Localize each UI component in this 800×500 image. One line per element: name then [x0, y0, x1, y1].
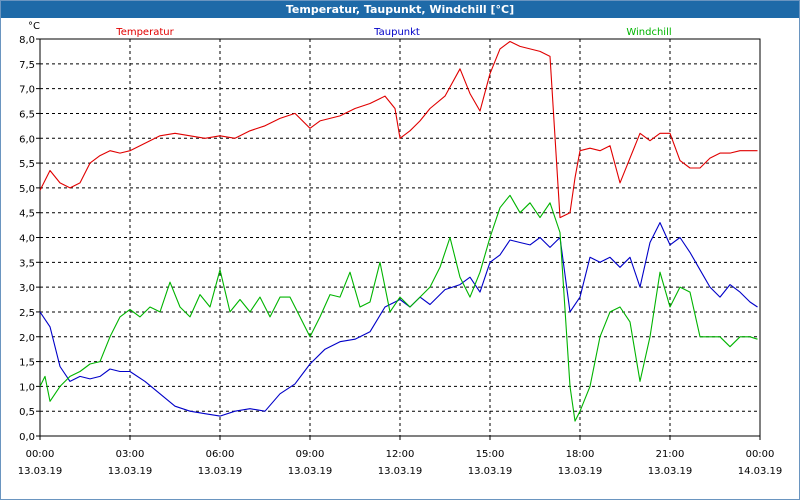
x-tick-time-label: 06:00 — [206, 449, 235, 460]
x-tick-time-label: 00:00 — [26, 449, 55, 460]
x-tick-date-label: 13.03.19 — [108, 466, 153, 477]
y-tick-label: 5,0 — [19, 184, 35, 195]
y-tick-label: 8,0 — [19, 35, 35, 46]
window-title: Temperatur, Taupunkt, Windchill [°C] — [1, 1, 799, 18]
x-tick-time-label: 09:00 — [296, 449, 325, 460]
y-tick-label: 1,0 — [19, 382, 35, 393]
y-tick-label: 3,5 — [19, 258, 35, 269]
y-tick-label: 3,0 — [19, 283, 35, 294]
y-tick-label: 2,0 — [19, 333, 35, 344]
legend-entry-temperatur: Temperatur — [115, 27, 174, 38]
x-tick-date-label: 13.03.19 — [648, 466, 693, 477]
x-tick-date-label: 13.03.19 — [18, 466, 63, 477]
x-tick-time-label: 00:00 — [746, 449, 775, 460]
x-tick-time-label: 18:00 — [566, 449, 595, 460]
x-tick-time-label: 15:00 — [476, 449, 505, 460]
x-tick-date-label: 13.03.19 — [558, 466, 603, 477]
x-tick-date-label: 13.03.19 — [288, 466, 333, 477]
y-tick-label: 6,5 — [19, 109, 35, 120]
y-tick-label: 7,5 — [19, 60, 35, 71]
legend-entry-taupunkt: Taupunkt — [373, 27, 420, 38]
x-tick-date-label: 13.03.19 — [378, 466, 423, 477]
y-tick-label: 4,5 — [19, 209, 35, 220]
y-tick-label: 5,5 — [19, 159, 35, 170]
y-tick-label: 7,0 — [19, 85, 35, 96]
x-tick-date-label: 13.03.19 — [198, 466, 243, 477]
y-tick-label: 2,5 — [19, 308, 35, 319]
y-tick-label: 6,0 — [19, 134, 35, 145]
y-tick-label: 0,5 — [19, 407, 35, 418]
x-tick-time-label: 21:00 — [656, 449, 685, 460]
x-tick-date-label: 13.03.19 — [468, 466, 513, 477]
line-chart: 0,0 0,5 1,0 1,5 2,0 2,5 3,0 3,5 4,0 4,5 5,0 5,5 6,0 6… — [18, 21, 783, 477]
x-tick-time-label: 03:00 — [116, 449, 145, 460]
x-tick-date-label: 14.03.19 — [738, 466, 783, 477]
y-tick-label: 0,0 — [19, 432, 35, 443]
x-tick-time-label: 12:00 — [386, 449, 415, 460]
legend-entry-windchill: Windchill — [626, 27, 671, 38]
y-axis-label: °C — [28, 21, 40, 32]
y-tick-label: 1,5 — [19, 358, 35, 369]
y-tick-label: 4,0 — [19, 234, 35, 245]
chart-window: Temperatur, Taupunkt, Windchill [°C] 0,0… — [0, 0, 800, 500]
